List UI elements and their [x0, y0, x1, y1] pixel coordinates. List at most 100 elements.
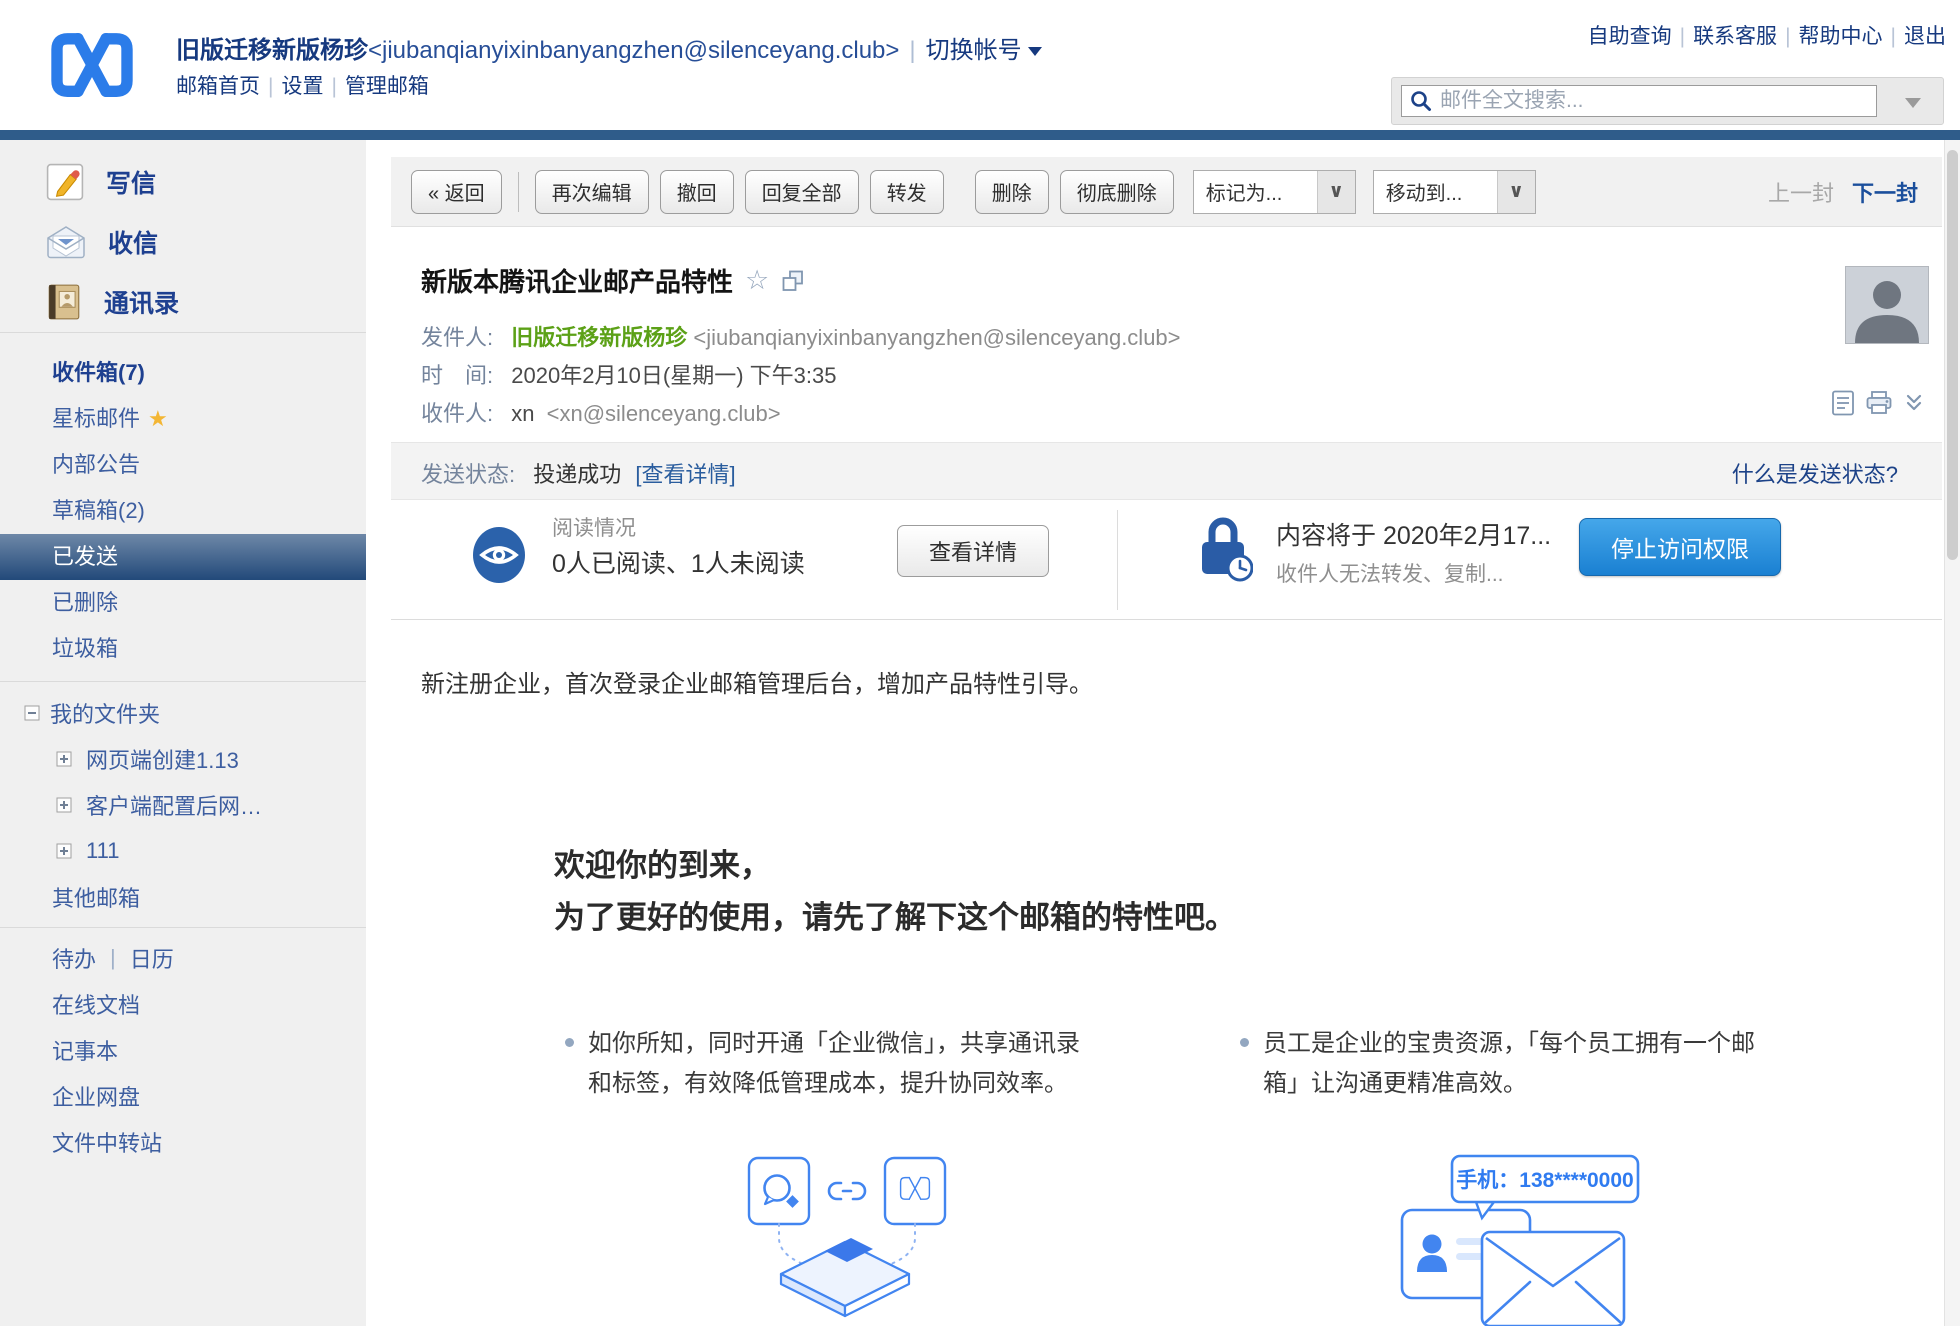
welcome-line2: 为了更好的使用，请先了解下这个邮箱的特性吧。: [554, 892, 1236, 944]
nav-manage-mail[interactable]: 管理邮箱: [345, 75, 429, 98]
feature-right-line1: 员工是企业的宝贵资源，「每个员工拥有一个邮: [1263, 1024, 1755, 1064]
recall-button[interactable]: 撤回: [660, 170, 734, 214]
sidebar-item-my-folders[interactable]: 我的文件夹: [0, 690, 366, 736]
self-service-link[interactable]: 自助查询: [1588, 25, 1672, 48]
search-box[interactable]: [1391, 77, 1944, 125]
compose-icon: [46, 163, 84, 201]
to-row: 收件人: xn <xn@silenceyang.club>: [421, 396, 781, 428]
move-to-dropdown[interactable]: 移动到... ∨: [1373, 170, 1536, 214]
edit-again-button[interactable]: 再次编辑: [535, 170, 649, 214]
separator: |: [268, 75, 273, 98]
switch-account-link[interactable]: 切换帐号: [926, 37, 1022, 64]
sidebar-item-custom-folder[interactable]: 网页端创建1.13: [0, 736, 366, 782]
expand-icon[interactable]: [56, 751, 72, 767]
sidebar-item-sent[interactable]: 已发送: [0, 534, 366, 580]
my-folders-label: 我的文件夹: [50, 697, 160, 729]
chevron-down-icon: ∨: [1497, 171, 1535, 213]
contacts-button[interactable]: 通讯录: [0, 272, 366, 332]
inbox-icon: [46, 225, 86, 259]
sidebar-item-spam[interactable]: 垃圾箱: [0, 626, 366, 672]
logout-link[interactable]: 退出: [1904, 25, 1946, 48]
status-detail-link[interactable]: [查看详情]: [635, 462, 735, 487]
sidebar-item-company-drive[interactable]: 企业网盘: [0, 1073, 366, 1119]
help-center-link[interactable]: 帮助中心: [1799, 25, 1883, 48]
employee-mailbox-illustration: 手机：138****0000: [1390, 1150, 1650, 1326]
back-button[interactable]: « 返回: [411, 170, 502, 214]
nav-settings[interactable]: 设置: [281, 75, 323, 98]
time-label: 时 间:: [421, 363, 493, 388]
lock-expire-icon: [1195, 512, 1253, 582]
top-divider-bar: [0, 130, 1960, 140]
delete-button[interactable]: 删除: [975, 170, 1049, 214]
welcome-heading: 欢迎你的到来， 为了更好的使用，请先了解下这个邮箱的特性吧。: [554, 840, 1236, 944]
mail-subject: 新版本腾讯企业邮产品特性: [421, 262, 733, 299]
separator: |: [110, 945, 116, 971]
plain-text-icon[interactable]: [1831, 390, 1855, 416]
sidebar-item-announcements[interactable]: 内部公告: [0, 442, 366, 488]
custom-folder-label: 客户端配置后网…: [86, 789, 262, 821]
address-book-illustration: [781, 1238, 909, 1316]
compose-button[interactable]: 写信: [0, 152, 366, 212]
top-links: 自助查询|联系客服|帮助中心|退出: [1588, 20, 1946, 50]
sidebar-item-online-docs[interactable]: 在线文档: [0, 981, 366, 1027]
folder-label: 星标邮件: [52, 406, 140, 431]
mark-as-label: 标记为...: [1194, 177, 1317, 206]
delivery-status-row: 发送状态: 投递成功 [查看详情] 什么是发送状态?: [391, 442, 1942, 500]
status-help-link[interactable]: 什么是发送状态?: [1732, 457, 1898, 489]
from-name[interactable]: 旧版迁移新版杨珍: [511, 325, 687, 350]
tool-label: 企业网盘: [52, 1080, 140, 1112]
next-mail-link[interactable]: 下一封: [1852, 176, 1918, 208]
search-icon: [1410, 90, 1432, 112]
search-dropdown-icon[interactable]: [1905, 98, 1921, 108]
sidebar-item-custom-folder[interactable]: 111: [0, 828, 366, 874]
expand-icon[interactable]: [56, 797, 72, 813]
sidebar-item-notes[interactable]: 记事本: [0, 1027, 366, 1073]
sidebar-item-drafts[interactable]: 草稿箱(2): [0, 488, 366, 534]
check-mail-button[interactable]: 收信: [0, 212, 366, 272]
status-value: 投递成功: [533, 462, 621, 487]
reply-all-button[interactable]: 回复全部: [745, 170, 859, 214]
chevron-down-icon: [1028, 47, 1042, 56]
mail-pager: 上一封 下一封: [1768, 176, 1922, 208]
contacts-icon: [46, 283, 82, 321]
sidebar-item-starred[interactable]: 星标邮件★: [0, 396, 366, 442]
tool-label: 记事本: [52, 1034, 118, 1066]
folder-label: 已删除: [52, 590, 118, 615]
calendar-link[interactable]: 日历: [130, 942, 174, 974]
divider: [1117, 510, 1118, 610]
print-icon[interactable]: [1866, 391, 1892, 415]
open-in-new-window-icon[interactable]: [781, 269, 805, 293]
sidebar-item-deleted[interactable]: 已删除: [0, 580, 366, 626]
nav-mail-home[interactable]: 邮箱首页: [176, 75, 260, 98]
sidebar-item-todo-calendar: 待办 | 日历: [0, 935, 366, 981]
to-name[interactable]: xn: [511, 401, 534, 426]
view-details-button[interactable]: 查看详情: [897, 525, 1049, 577]
todo-link[interactable]: 待办: [52, 942, 96, 974]
delete-completely-button[interactable]: 彻底删除: [1060, 170, 1174, 214]
account-name: 旧版迁移新版杨珍: [176, 37, 368, 64]
expire-panel-line1: 内容将于 2020年2月17...: [1276, 516, 1551, 552]
forward-button[interactable]: 转发: [870, 170, 944, 214]
from-email: <jiubanqianyixinbanyangzhen@silenceyang.…: [693, 325, 1180, 350]
read-panel-detail: 0人已阅读、1人未阅读: [552, 544, 805, 580]
chevron-double-down-icon[interactable]: [1903, 392, 1925, 414]
sidebar-actions: 写信 收信 通讯录: [0, 140, 366, 332]
star-outline-icon[interactable]: ☆: [745, 265, 769, 296]
collapse-icon[interactable]: [24, 705, 40, 721]
stop-access-button[interactable]: 停止访问权限: [1579, 518, 1781, 576]
scrollbar-thumb[interactable]: [1947, 150, 1958, 560]
expand-icon[interactable]: [56, 843, 72, 859]
mark-as-dropdown[interactable]: 标记为... ∨: [1193, 170, 1356, 214]
search-input[interactable]: [1440, 89, 1868, 113]
search-inner: [1401, 85, 1877, 117]
from-row: 发件人: 旧版迁移新版杨珍 <jiubanqianyixinbanyangzhe…: [421, 320, 1181, 352]
sidebar-item-custom-folder[interactable]: 客户端配置后网…: [0, 782, 366, 828]
mail-header-icons: [1831, 390, 1925, 416]
sidebar-item-other-mailbox[interactable]: 其他邮箱: [0, 874, 366, 920]
contact-support-link[interactable]: 联系客服: [1693, 25, 1777, 48]
vertical-scrollbar[interactable]: [1944, 140, 1960, 1326]
sidebar-item-inbox[interactable]: 收件箱(7): [0, 350, 366, 396]
time-row: 时 间: 2020年2月10日(星期一) 下午3:35: [421, 358, 836, 390]
mail-toolbar: « 返回 再次编辑 撤回 回复全部 转发 删除 彻底删除 标记为... ∨ 移动…: [391, 157, 1942, 227]
sidebar-item-file-transfer[interactable]: 文件中转站: [0, 1119, 366, 1165]
